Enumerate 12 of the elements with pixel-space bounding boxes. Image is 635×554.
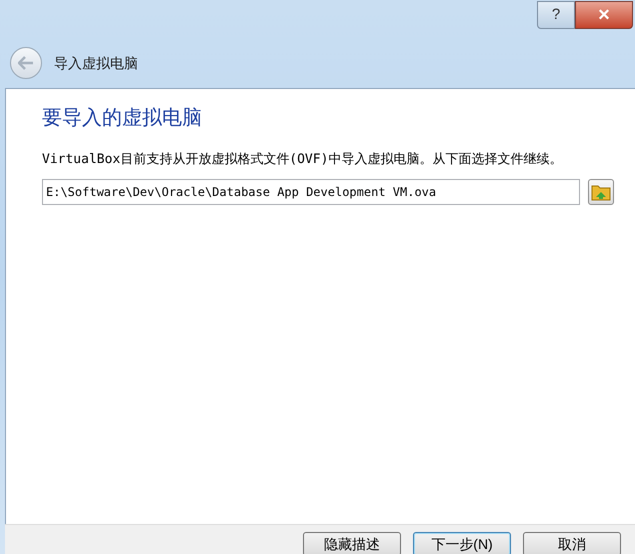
page-heading: 要导入的虚拟电脑 bbox=[42, 106, 203, 131]
folder-icon bbox=[591, 183, 611, 201]
dialog-button[interactable]: 下一步(N) bbox=[413, 532, 511, 554]
back-arrow-icon bbox=[18, 56, 34, 70]
browse-button[interactable] bbox=[588, 179, 614, 205]
file-path-field[interactable]: E:\Software\Dev\Oracle\Database App Development VM.ova bbox=[42, 179, 580, 205]
wizard-title: 导入虚拟电脑 bbox=[54, 54, 138, 72]
help-button[interactable]: ? bbox=[537, 1, 575, 29]
description-text: VirtualBox目前支持从开放虚拟格式文件(OVF)中导入虚拟电脑。从下面选择文件继续。 bbox=[42, 151, 564, 169]
dialog-button[interactable]: 取消 bbox=[523, 532, 621, 554]
back-button[interactable] bbox=[10, 47, 42, 79]
dialog-button[interactable]: 隐藏描述 bbox=[303, 532, 401, 554]
